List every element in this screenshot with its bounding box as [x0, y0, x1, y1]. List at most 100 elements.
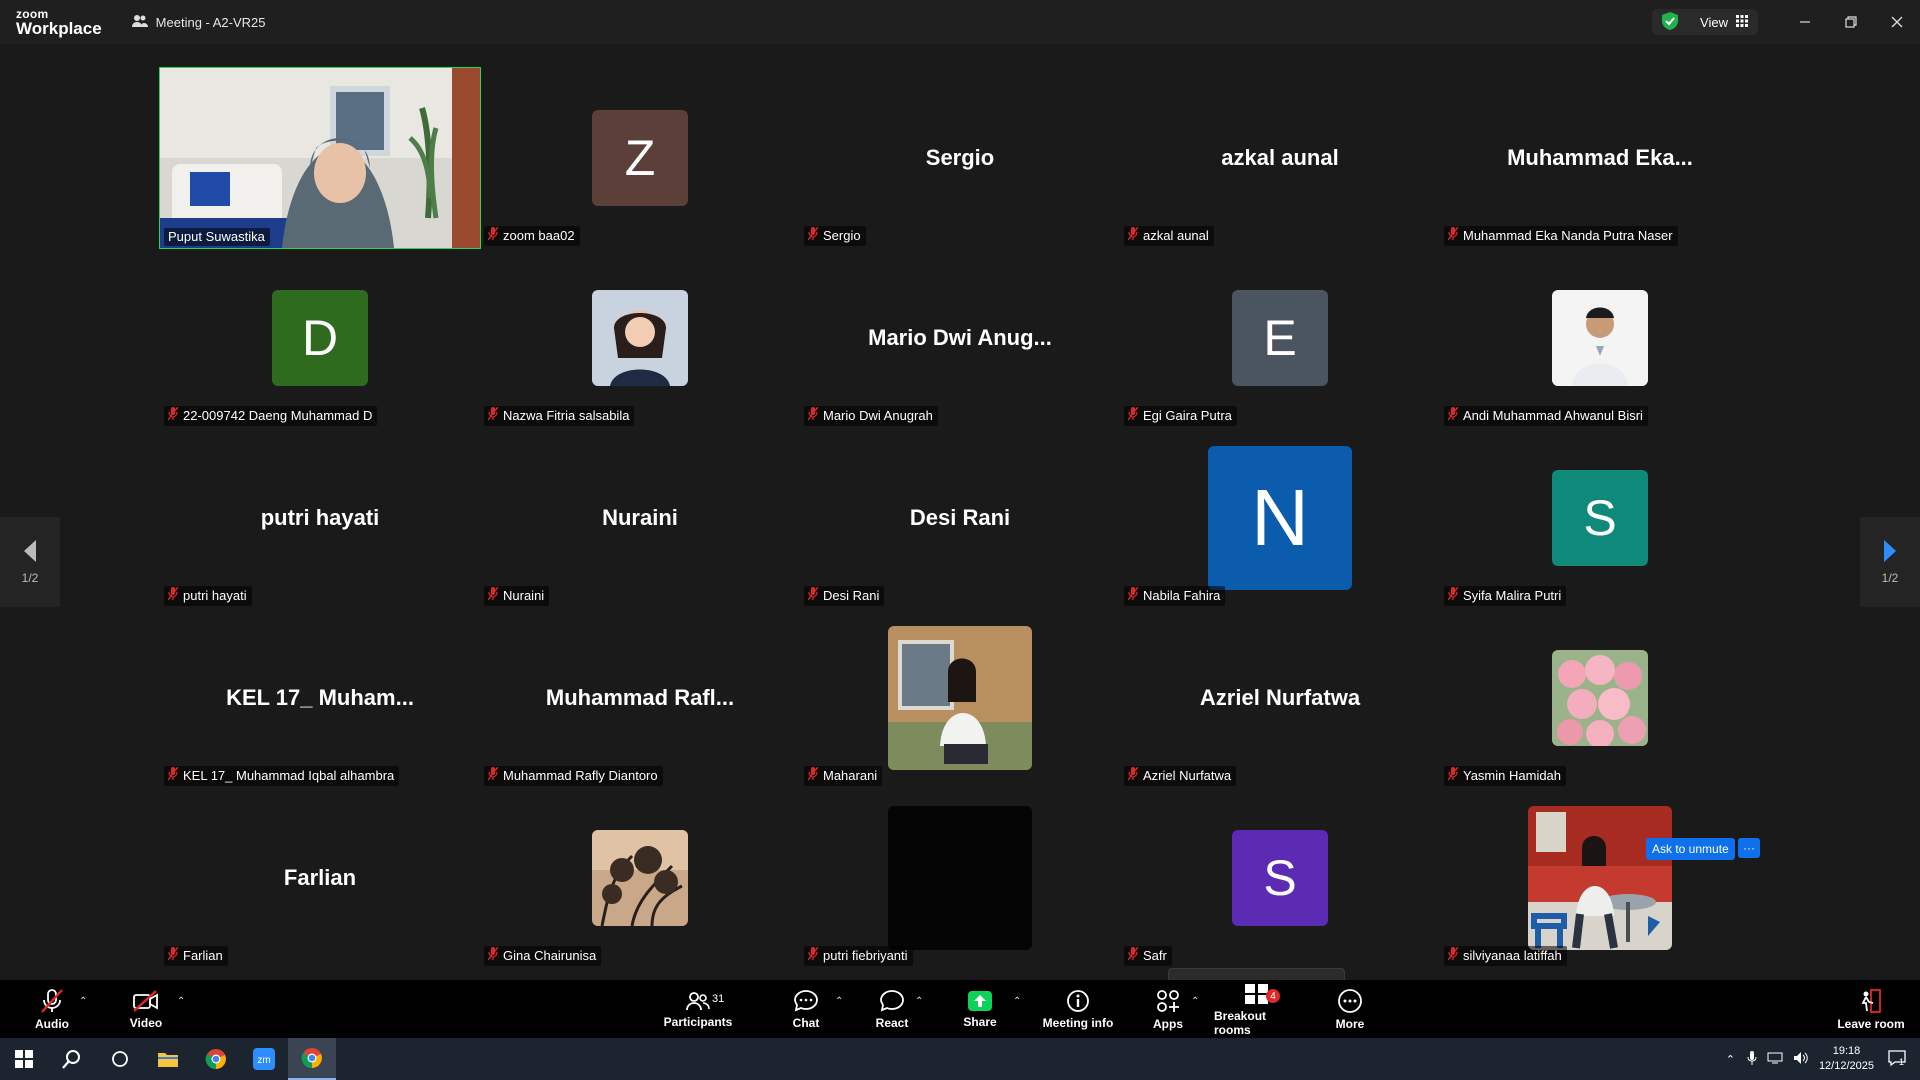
breakout-rooms-badge: 4	[1266, 989, 1280, 1003]
participant-tile[interactable]: Nuraini Nuraini	[480, 428, 800, 608]
participants-button[interactable]: Participants	[662, 980, 734, 1038]
participant-avatar: S	[1552, 470, 1648, 566]
participant-tile[interactable]: azkal aunal azkal aunal	[1120, 68, 1440, 248]
meeting-info-label: Meeting info	[1042, 1015, 1114, 1030]
close-icon	[1891, 16, 1903, 28]
participant-name: Nuraini	[503, 588, 545, 603]
network-icon[interactable]	[1767, 1052, 1783, 1067]
apps-icon	[1157, 989, 1179, 1012]
file-explorer-button[interactable]	[144, 1038, 192, 1080]
video-button[interactable]: Video	[124, 980, 168, 1038]
participant-tile[interactable]: S Syifa Malira Putri	[1440, 428, 1760, 608]
participant-nameplate: azkal aunal	[1124, 226, 1214, 246]
participant-tile[interactable]: Yasmin Hamidah	[1440, 608, 1760, 788]
participant-name: Egi Gaira Putra	[1143, 408, 1232, 423]
participant-tile[interactable]: Maharani	[800, 608, 1120, 788]
muted-mic-icon	[487, 406, 499, 424]
microphone-tray-icon[interactable]	[1747, 1050, 1757, 1068]
meeting-info-button[interactable]: Meeting info	[1040, 980, 1116, 1038]
video-options-caret[interactable]: ⌃	[177, 996, 185, 1007]
muted-mic-icon	[807, 226, 819, 241]
muted-mic-icon	[807, 406, 819, 424]
participant-display-name: Azriel Nurfatwa	[1199, 685, 1361, 710]
zoom-app-button[interactable]: zm	[240, 1038, 288, 1080]
react-options-caret[interactable]: ⌃	[915, 996, 923, 1007]
participant-name: 22-009742 Daeng Muhammad D	[183, 408, 373, 423]
notifications-button[interactable]: 1	[1888, 1049, 1906, 1069]
participant-tile[interactable]: Puput Suwastika	[159, 67, 481, 249]
zoom-window: zoom Workplace Meeting - A2-VR25 View si…	[0, 0, 1920, 1080]
participant-tile[interactable]: Gina Chairunisa	[480, 788, 800, 968]
participant-nameplate: Gina Chairunisa	[484, 946, 602, 966]
minimize-button[interactable]	[1782, 0, 1828, 44]
muted-mic-icon	[807, 586, 819, 601]
show-hidden-icons-button[interactable]: ⌃	[1726, 1053, 1735, 1066]
participant-tile[interactable]: KEL 17_ Muham... KEL 17_ Muhammad Iqbal a…	[160, 608, 480, 788]
participant-name: Desi Rani	[823, 588, 880, 603]
taskbar-search-button[interactable]	[48, 1038, 96, 1080]
audio-button[interactable]: Audio	[30, 980, 74, 1038]
audio-label: Audio	[35, 1016, 69, 1031]
breakout-rooms-button[interactable]: Breakout rooms	[1214, 980, 1300, 1038]
participant-tile[interactable]: Farlian Farlian	[160, 788, 480, 968]
chat-button[interactable]: Chat	[786, 980, 826, 1038]
chat-options-caret[interactable]: ⌃	[835, 996, 843, 1007]
apps-button[interactable]: Apps	[1150, 980, 1186, 1038]
participant-tile[interactable]: silviyanaa latiffah	[1440, 788, 1760, 968]
participant-tile[interactable]: E Egi Gaira Putra	[1120, 248, 1440, 428]
participant-nameplate: putri fiebriyanti	[804, 946, 913, 966]
participants-icon	[686, 991, 710, 1010]
participant-tile[interactable]: Desi Rani Desi Rani	[800, 428, 1120, 608]
previous-page-button[interactable]: 1/2	[0, 517, 60, 607]
participant-tile[interactable]: putri hayati putri hayati	[160, 428, 480, 608]
participant-name: putri fiebriyanti	[823, 948, 908, 963]
next-page-button[interactable]: 1/2	[1860, 517, 1920, 607]
participant-tile[interactable]: S Safr	[1120, 788, 1440, 968]
participant-display-name: KEL 17_ Muham...	[226, 685, 414, 710]
task-view-button[interactable]	[96, 1038, 144, 1080]
participant-tile[interactable]: D 22-009742 Daeng Muhammad D	[160, 248, 480, 428]
leave-room-button[interactable]: Leave room	[1836, 980, 1906, 1038]
clock[interactable]: 19:18 12/12/2025	[1819, 1044, 1874, 1074]
participants-count: 31	[712, 993, 725, 1005]
task-view-icon	[112, 1051, 128, 1067]
participant-tile[interactable]: Muhammad Eka... Muhammad Eka Nanda Putra …	[1440, 68, 1760, 248]
chrome-button[interactable]	[192, 1038, 240, 1080]
participant-tile[interactable]: Azriel Nurfatwa Azriel Nurfatwa	[1120, 608, 1440, 788]
more-button[interactable]: More	[1330, 980, 1370, 1038]
participant-profile-photo	[1552, 650, 1648, 746]
ask-to-unmute-button[interactable]: Ask to unmute	[1646, 838, 1735, 860]
participant-profile-photo	[592, 830, 688, 926]
participant-tile[interactable]: Nazwa Fitria salsabila	[480, 248, 800, 428]
logo-workplace: Workplace	[16, 18, 102, 38]
participant-name: Safr	[1143, 948, 1167, 963]
participant-tile[interactable]: N Nabila Fahira	[1120, 428, 1440, 608]
participant-tile[interactable]: Mario Dwi Anug... Mario Dwi Anugrah	[800, 248, 1120, 428]
participant-name: Nabila Fahira	[1143, 588, 1221, 603]
participant-profile-photo	[1552, 290, 1648, 386]
participant-more-options-button[interactable]: ···	[1738, 838, 1760, 858]
muted-mic-icon	[807, 946, 819, 964]
participant-tile[interactable]: Andi Muhammad Ahwanul Bisri	[1440, 248, 1760, 428]
share-options-caret[interactable]: ⌃	[1013, 996, 1021, 1007]
participant-nameplate: Sergio	[804, 226, 866, 246]
participant-name: putri hayati	[183, 588, 247, 603]
participants-group-icon	[131, 14, 148, 31]
chrome-active-button[interactable]	[288, 1038, 336, 1080]
share-button[interactable]: Share	[960, 980, 1000, 1038]
participant-profile-photo	[1528, 806, 1672, 950]
participant-tile[interactable]: Zzoom baa02	[480, 68, 800, 248]
participant-tile[interactable]: Muhammad Rafl... Muhammad Rafly Diantoro	[480, 608, 800, 788]
apps-options-caret[interactable]: ⌃	[1191, 996, 1199, 1007]
view-button[interactable]: View	[1652, 9, 1758, 35]
close-button[interactable]	[1874, 0, 1920, 44]
chrome-icon	[205, 1049, 226, 1070]
participant-tile[interactable]: putri fiebriyanti	[800, 788, 1120, 968]
restore-button[interactable]	[1828, 0, 1874, 44]
volume-icon[interactable]	[1793, 1051, 1809, 1068]
audio-options-caret[interactable]: ⌃	[79, 996, 87, 1007]
participant-tile[interactable]: Sergio Sergio	[800, 68, 1120, 248]
react-button[interactable]: React	[872, 980, 912, 1038]
participant-display-name: putri hayati	[260, 505, 380, 530]
windows-start-button[interactable]	[0, 1038, 48, 1080]
